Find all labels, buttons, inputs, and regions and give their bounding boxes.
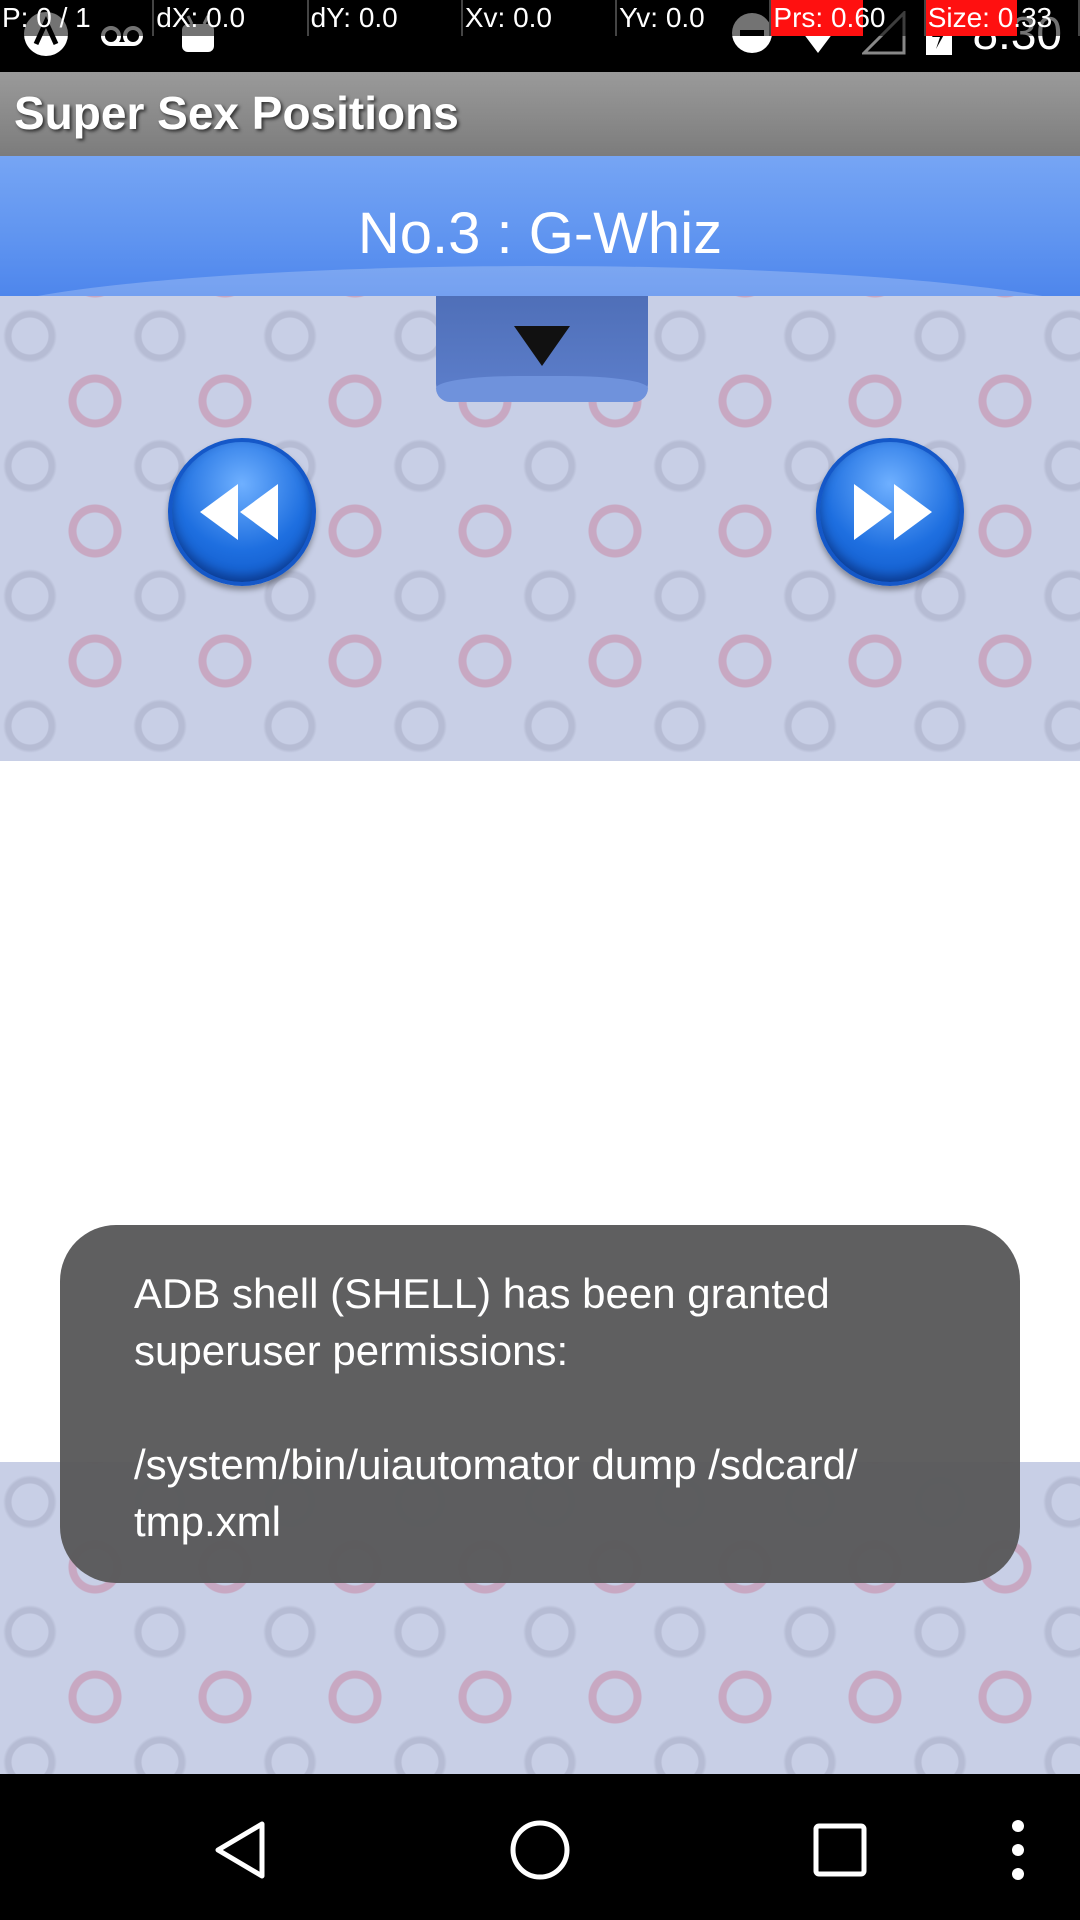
position-title: No.3 : G-Whiz	[357, 201, 723, 266]
pointer-yv: Yv: 0.0	[617, 0, 772, 36]
back-icon[interactable]	[210, 1820, 270, 1880]
rewind-icon	[200, 484, 278, 540]
pointer-dy: dY: 0.0	[308, 0, 463, 36]
app-title: Super Sex Positions	[14, 87, 459, 139]
pointer-pressure: Prs: 0.60	[771, 0, 926, 36]
action-bar: Super Sex Positions	[0, 72, 1080, 156]
pointer-location-overlay: P: 0 / 1 dX: 0.0 dY: 0.0 Xv: 0.0 Yv: 0.0…	[0, 0, 1080, 36]
overflow-menu-icon[interactable]	[1006, 1818, 1030, 1882]
previous-button[interactable]	[168, 438, 316, 586]
next-button[interactable]	[816, 438, 964, 586]
dropdown-button[interactable]	[436, 296, 648, 402]
triangle-down-icon	[514, 326, 570, 366]
pointer-xv: Xv: 0.0	[462, 0, 618, 36]
home-icon[interactable]	[508, 1818, 572, 1882]
toast-notification: ADB shell (SHELL) has been granted super…	[60, 1225, 1020, 1583]
recents-icon[interactable]	[812, 1822, 868, 1878]
toast-message: ADB shell (SHELL) has been granted super…	[134, 1270, 858, 1545]
fast-forward-icon	[854, 484, 932, 540]
pointer-count: P: 0 / 1	[0, 0, 155, 36]
pointer-dx: dX: 0.0	[154, 0, 309, 36]
pointer-size: Size: 0.33	[925, 0, 1080, 36]
navigation-bar	[0, 1774, 1080, 1920]
status-bar: 8:30 P: 0 / 1 dX: 0.0 dY: 0.0 Xv: 0.0 Yv…	[0, 0, 1080, 72]
